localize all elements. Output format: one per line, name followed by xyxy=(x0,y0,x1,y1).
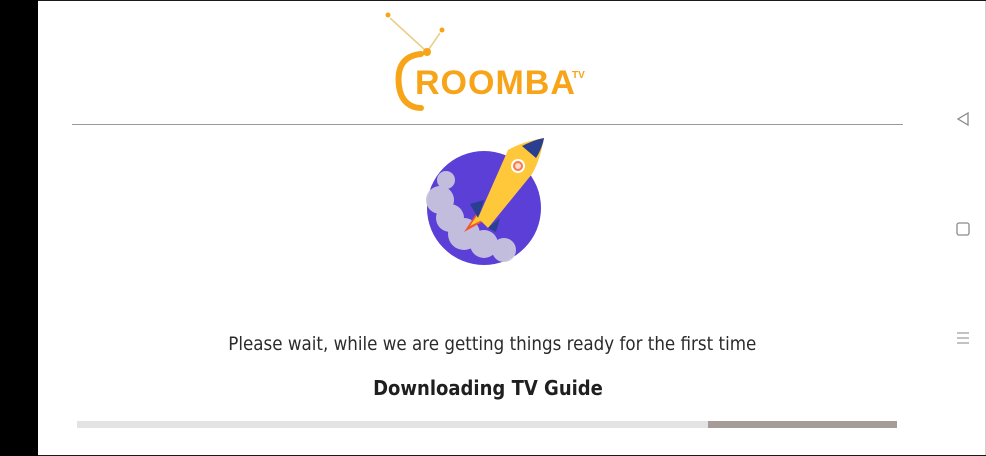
rocket-launch-illustration xyxy=(426,134,548,266)
brand-name: ROOMBA xyxy=(415,64,576,102)
device-bezel xyxy=(0,0,38,456)
home-button[interactable] xyxy=(952,218,974,240)
screen-top-edge xyxy=(38,0,986,1)
brand-superscript: TV xyxy=(572,70,585,81)
back-button[interactable] xyxy=(952,108,974,130)
roomba-tv-logo: ROOMBA TV xyxy=(383,10,603,114)
wait-message: Please wait, while we are getting things… xyxy=(228,333,757,355)
rocket-icon xyxy=(426,138,544,265)
home-square-icon xyxy=(956,222,970,236)
download-progress-bar xyxy=(77,421,897,428)
system-nav-bar xyxy=(940,0,986,456)
back-triangle-icon xyxy=(956,111,969,127)
download-status-label: Downloading TV Guide xyxy=(373,376,603,400)
menu-button[interactable] xyxy=(952,327,974,349)
header-divider xyxy=(72,124,903,125)
progress-remaining xyxy=(708,421,897,428)
progress-fill xyxy=(77,421,708,428)
menu-lines-icon xyxy=(957,332,969,344)
